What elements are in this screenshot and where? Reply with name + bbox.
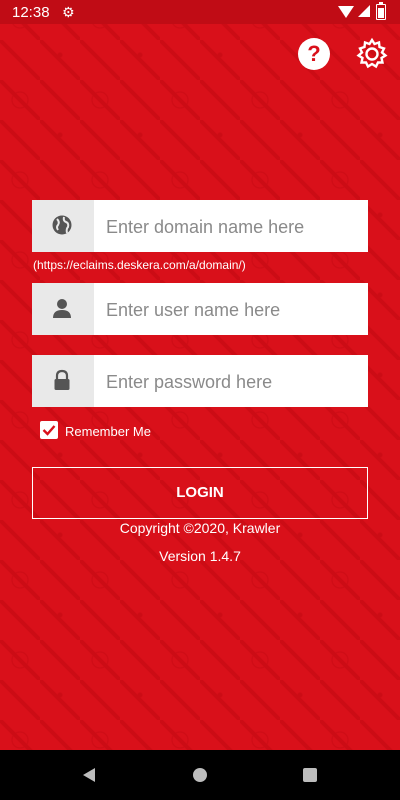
person-icon	[53, 299, 71, 318]
battery-icon	[376, 2, 386, 20]
back-icon[interactable]	[83, 768, 95, 782]
domain-hint: (https://eclaims.deskera.com/a/domain/)	[33, 258, 246, 272]
domain-input[interactable]	[104, 200, 368, 254]
status-bar: 12:38 ⚙	[0, 0, 400, 24]
version-text: Version 1.4.7	[159, 548, 241, 564]
home-icon[interactable]	[193, 768, 207, 782]
recents-icon[interactable]	[303, 768, 317, 782]
password-field[interactable]	[32, 355, 368, 409]
remember-label: Remember Me	[65, 424, 151, 439]
remember-checkbox[interactable]	[40, 421, 58, 439]
password-icon-box	[32, 355, 94, 407]
help-icon[interactable]: ?	[298, 38, 330, 70]
domain-icon-box	[32, 200, 94, 252]
login-button[interactable]: LOGIN	[32, 467, 368, 519]
login-screen: 12:38 ⚙ ? (https://eclaims.deskera.com/a…	[0, 0, 400, 750]
wifi-icon	[338, 6, 354, 18]
domain-field[interactable]	[32, 200, 368, 254]
username-icon-box	[32, 283, 94, 335]
username-input[interactable]	[104, 283, 368, 337]
copyright-text: Copyright ©2020, Krawler	[119, 520, 281, 536]
gear-icon[interactable]	[355, 37, 389, 71]
username-field[interactable]	[32, 283, 368, 337]
status-settings-icon: ⚙	[62, 4, 75, 20]
signal-icon	[358, 5, 370, 17]
status-time: 12:38	[12, 4, 50, 21]
globe-icon	[52, 215, 72, 235]
lock-icon	[54, 369, 70, 390]
password-input[interactable]	[104, 355, 368, 409]
check-icon	[42, 425, 56, 436]
